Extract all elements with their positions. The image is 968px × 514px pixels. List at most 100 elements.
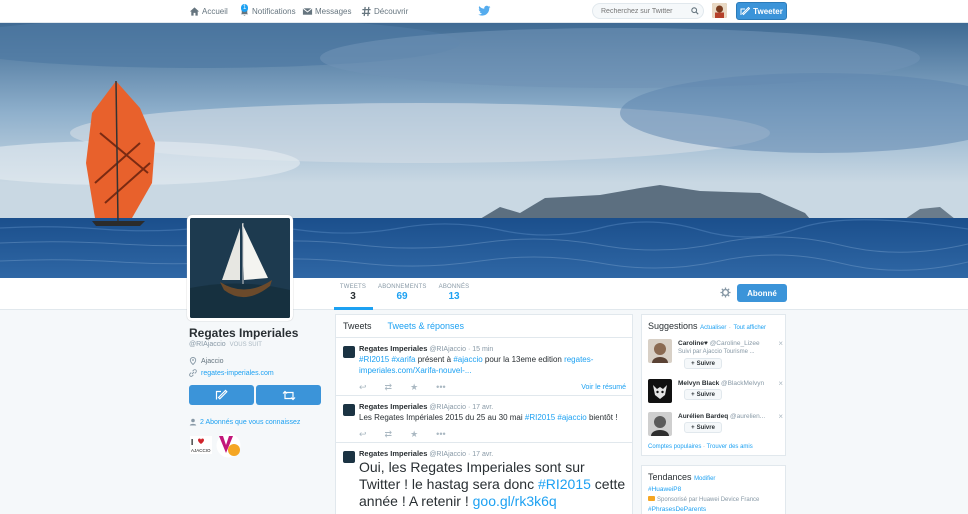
favorite-star-icon[interactable]: ★ <box>410 382 418 393</box>
profile-website[interactable]: regates-imperiales.com <box>189 369 274 377</box>
separator-dot: · <box>728 325 731 331</box>
reply-icon[interactable]: ↩ <box>359 429 367 440</box>
nav-messages[interactable]: Messages <box>302 4 351 19</box>
suggestion-handle: @aurelien... <box>730 413 766 420</box>
dismiss-icon[interactable]: × <box>778 412 783 421</box>
retweet-icon[interactable]: ⇄ <box>385 429 393 440</box>
tab-tweets[interactable]: Tweets <box>343 321 372 331</box>
view-summary-link[interactable]: Voir le résumé <box>581 384 626 391</box>
follower-avatar-ville[interactable] <box>216 433 241 458</box>
search-icon[interactable] <box>691 7 699 15</box>
nav-discover[interactable]: Découvrir <box>361 4 408 19</box>
banner-image <box>0 23 968 278</box>
tweet-text: Oui, les Regates Imperiales sont sur Twi… <box>359 459 626 510</box>
retweet-icon[interactable]: ⇄ <box>385 382 393 393</box>
suggestions-title: Suggestions <box>648 321 698 331</box>
tweet-item[interactable]: Regates Imperiales @RIAjaccio · 17 avr. … <box>336 396 632 443</box>
more-icon[interactable]: ••• <box>436 429 445 439</box>
follow-button-label: Suivre <box>696 360 715 367</box>
suggestion-handle: @BlackMelvyn <box>721 380 765 387</box>
dismiss-icon[interactable]: × <box>778 379 783 388</box>
suggestion-item: Melvyn Black @BlackMelvyn + Suivre × <box>648 379 783 409</box>
tweet-to-button[interactable] <box>189 385 254 405</box>
url-link[interactable]: goo.gl/rk3k6q <box>473 493 557 509</box>
user-avatar[interactable] <box>712 3 727 18</box>
suggestions-header: Suggestions Actualiser · Tout afficher <box>642 315 785 331</box>
find-friends-link[interactable]: Trouver des amis <box>707 444 753 450</box>
tweet-author-avatar[interactable] <box>343 451 355 463</box>
dismiss-icon[interactable]: × <box>778 339 783 348</box>
tweet-item[interactable]: Regates Imperiales @RIAjaccio · 17 avr. … <box>336 443 632 510</box>
ville-logo <box>216 433 241 458</box>
popular-accounts-link[interactable]: Comptes populaires <box>648 444 701 450</box>
more-icon[interactable]: ••• <box>436 382 445 392</box>
search-input[interactable] <box>592 3 704 19</box>
profile-name: Regates Imperiales <box>189 326 299 340</box>
tweet-author-handle: @RIAjaccio <box>429 404 466 411</box>
following-button[interactable]: Abonné <box>737 284 787 302</box>
suggestions-refresh-link[interactable]: Actualiser <box>700 325 726 331</box>
favorite-star-icon[interactable]: ★ <box>410 429 418 440</box>
suggestions-view-all-link[interactable]: Tout afficher <box>733 325 766 331</box>
compose-tweet-button[interactable]: Tweeter <box>736 2 787 20</box>
envelope-icon <box>302 7 313 15</box>
location-pin-icon <box>189 357 197 365</box>
stat-followers-label: ABONNÉS <box>438 284 470 290</box>
reply-icon[interactable]: ↩ <box>359 382 367 393</box>
tweet-timestamp[interactable]: · 17 avr. <box>468 404 493 411</box>
tweet-author-avatar[interactable] <box>343 404 355 416</box>
profile-avatar[interactable] <box>187 215 293 321</box>
retweet-action-button[interactable] <box>256 385 321 405</box>
twitter-bird-icon[interactable] <box>478 5 491 17</box>
tweet-author-name[interactable]: Regates Imperiales <box>359 402 427 411</box>
compose-tweet-label: Tweeter <box>753 6 783 16</box>
retweet-icon <box>282 390 295 400</box>
suggestion-name-row[interactable]: Caroline♥ @Caroline_Lizee <box>678 340 760 347</box>
suggestion-avatar[interactable] <box>648 339 672 363</box>
hashtag-link[interactable]: #ajaccio <box>453 355 482 364</box>
tab-tweets-and-replies[interactable]: Tweets & réponses <box>388 321 465 331</box>
hashtag-link[interactable]: #RI2015 <box>359 355 389 364</box>
suggestion-avatar[interactable] <box>648 412 672 436</box>
tweet-author-handle: @RIAjaccio <box>429 451 466 458</box>
trends-modify-link[interactable]: Modifier <box>694 476 715 482</box>
nav-home[interactable]: Accueil <box>189 4 228 19</box>
follower-avatar-ajaccio[interactable]: I AJACCIO <box>190 436 212 454</box>
tweet-author-avatar[interactable] <box>343 346 355 358</box>
hashtag-link[interactable]: #RI2015 <box>538 476 591 492</box>
followers-you-know-link[interactable]: 2 Abonnés que vous connaissez <box>189 418 300 426</box>
suggestion-avatar[interactable] <box>648 379 672 403</box>
follow-button[interactable]: + Suivre <box>684 422 722 433</box>
tweet-author-name[interactable]: Regates Imperiales <box>359 449 427 458</box>
trend-item[interactable]: #PhrasesDeParents <box>642 505 785 514</box>
suggestion-name-row[interactable]: Melvyn Black @BlackMelvyn <box>678 380 764 387</box>
stat-following[interactable]: ABONNEMENTS 69 <box>378 284 426 302</box>
nav-discover-label: Découvrir <box>374 7 409 16</box>
follow-button[interactable]: + Suivre <box>684 358 722 369</box>
suggestion-handle: @Caroline_Lizee <box>709 340 760 347</box>
stat-tweets[interactable]: TWEETS 3 <box>338 284 368 302</box>
person-icon <box>189 418 197 426</box>
gear-icon[interactable] <box>720 287 731 298</box>
hashtag-link[interactable]: #ajaccio <box>557 413 586 422</box>
add-user-icon: + <box>691 391 695 398</box>
suggestions-footer: Comptes populaires · Trouver des amis <box>648 444 753 450</box>
hashtag-link[interactable]: #xarifa <box>391 355 415 364</box>
follow-button[interactable]: + Suivre <box>684 389 722 400</box>
tweet-timestamp[interactable]: · 15 min <box>468 346 493 353</box>
tweet-item[interactable]: Regates Imperiales @RIAjaccio · 15 min #… <box>336 338 632 396</box>
nav-notifications[interactable]: 1 Notifications <box>239 4 296 19</box>
tweet-header: Regates Imperiales @RIAjaccio · 17 avr. <box>359 402 626 411</box>
stat-followers[interactable]: ABONNÉS 13 <box>437 284 471 302</box>
followers-you-know-text: 2 Abonnés que vous connaissez <box>200 418 301 426</box>
tweet-author-name[interactable]: Regates Imperiales <box>359 344 427 353</box>
hashtag-icon <box>361 6 371 17</box>
tweet-timestamp[interactable]: · 17 avr. <box>468 451 493 458</box>
trend-item[interactable]: #HuaweiP8 <box>642 485 785 495</box>
timeline-tabs: Tweets Tweets & réponses <box>336 315 632 338</box>
hashtag-link[interactable]: #RI2015 <box>525 413 555 422</box>
stat-followers-value: 13 <box>448 291 460 302</box>
suggestion-name-row[interactable]: Aurélien Bardeq @aurelien... <box>678 413 765 420</box>
add-user-icon: + <box>691 424 695 431</box>
suggestion-followed-by: Suivi par Ajaccio Tourisme ... <box>678 349 755 355</box>
